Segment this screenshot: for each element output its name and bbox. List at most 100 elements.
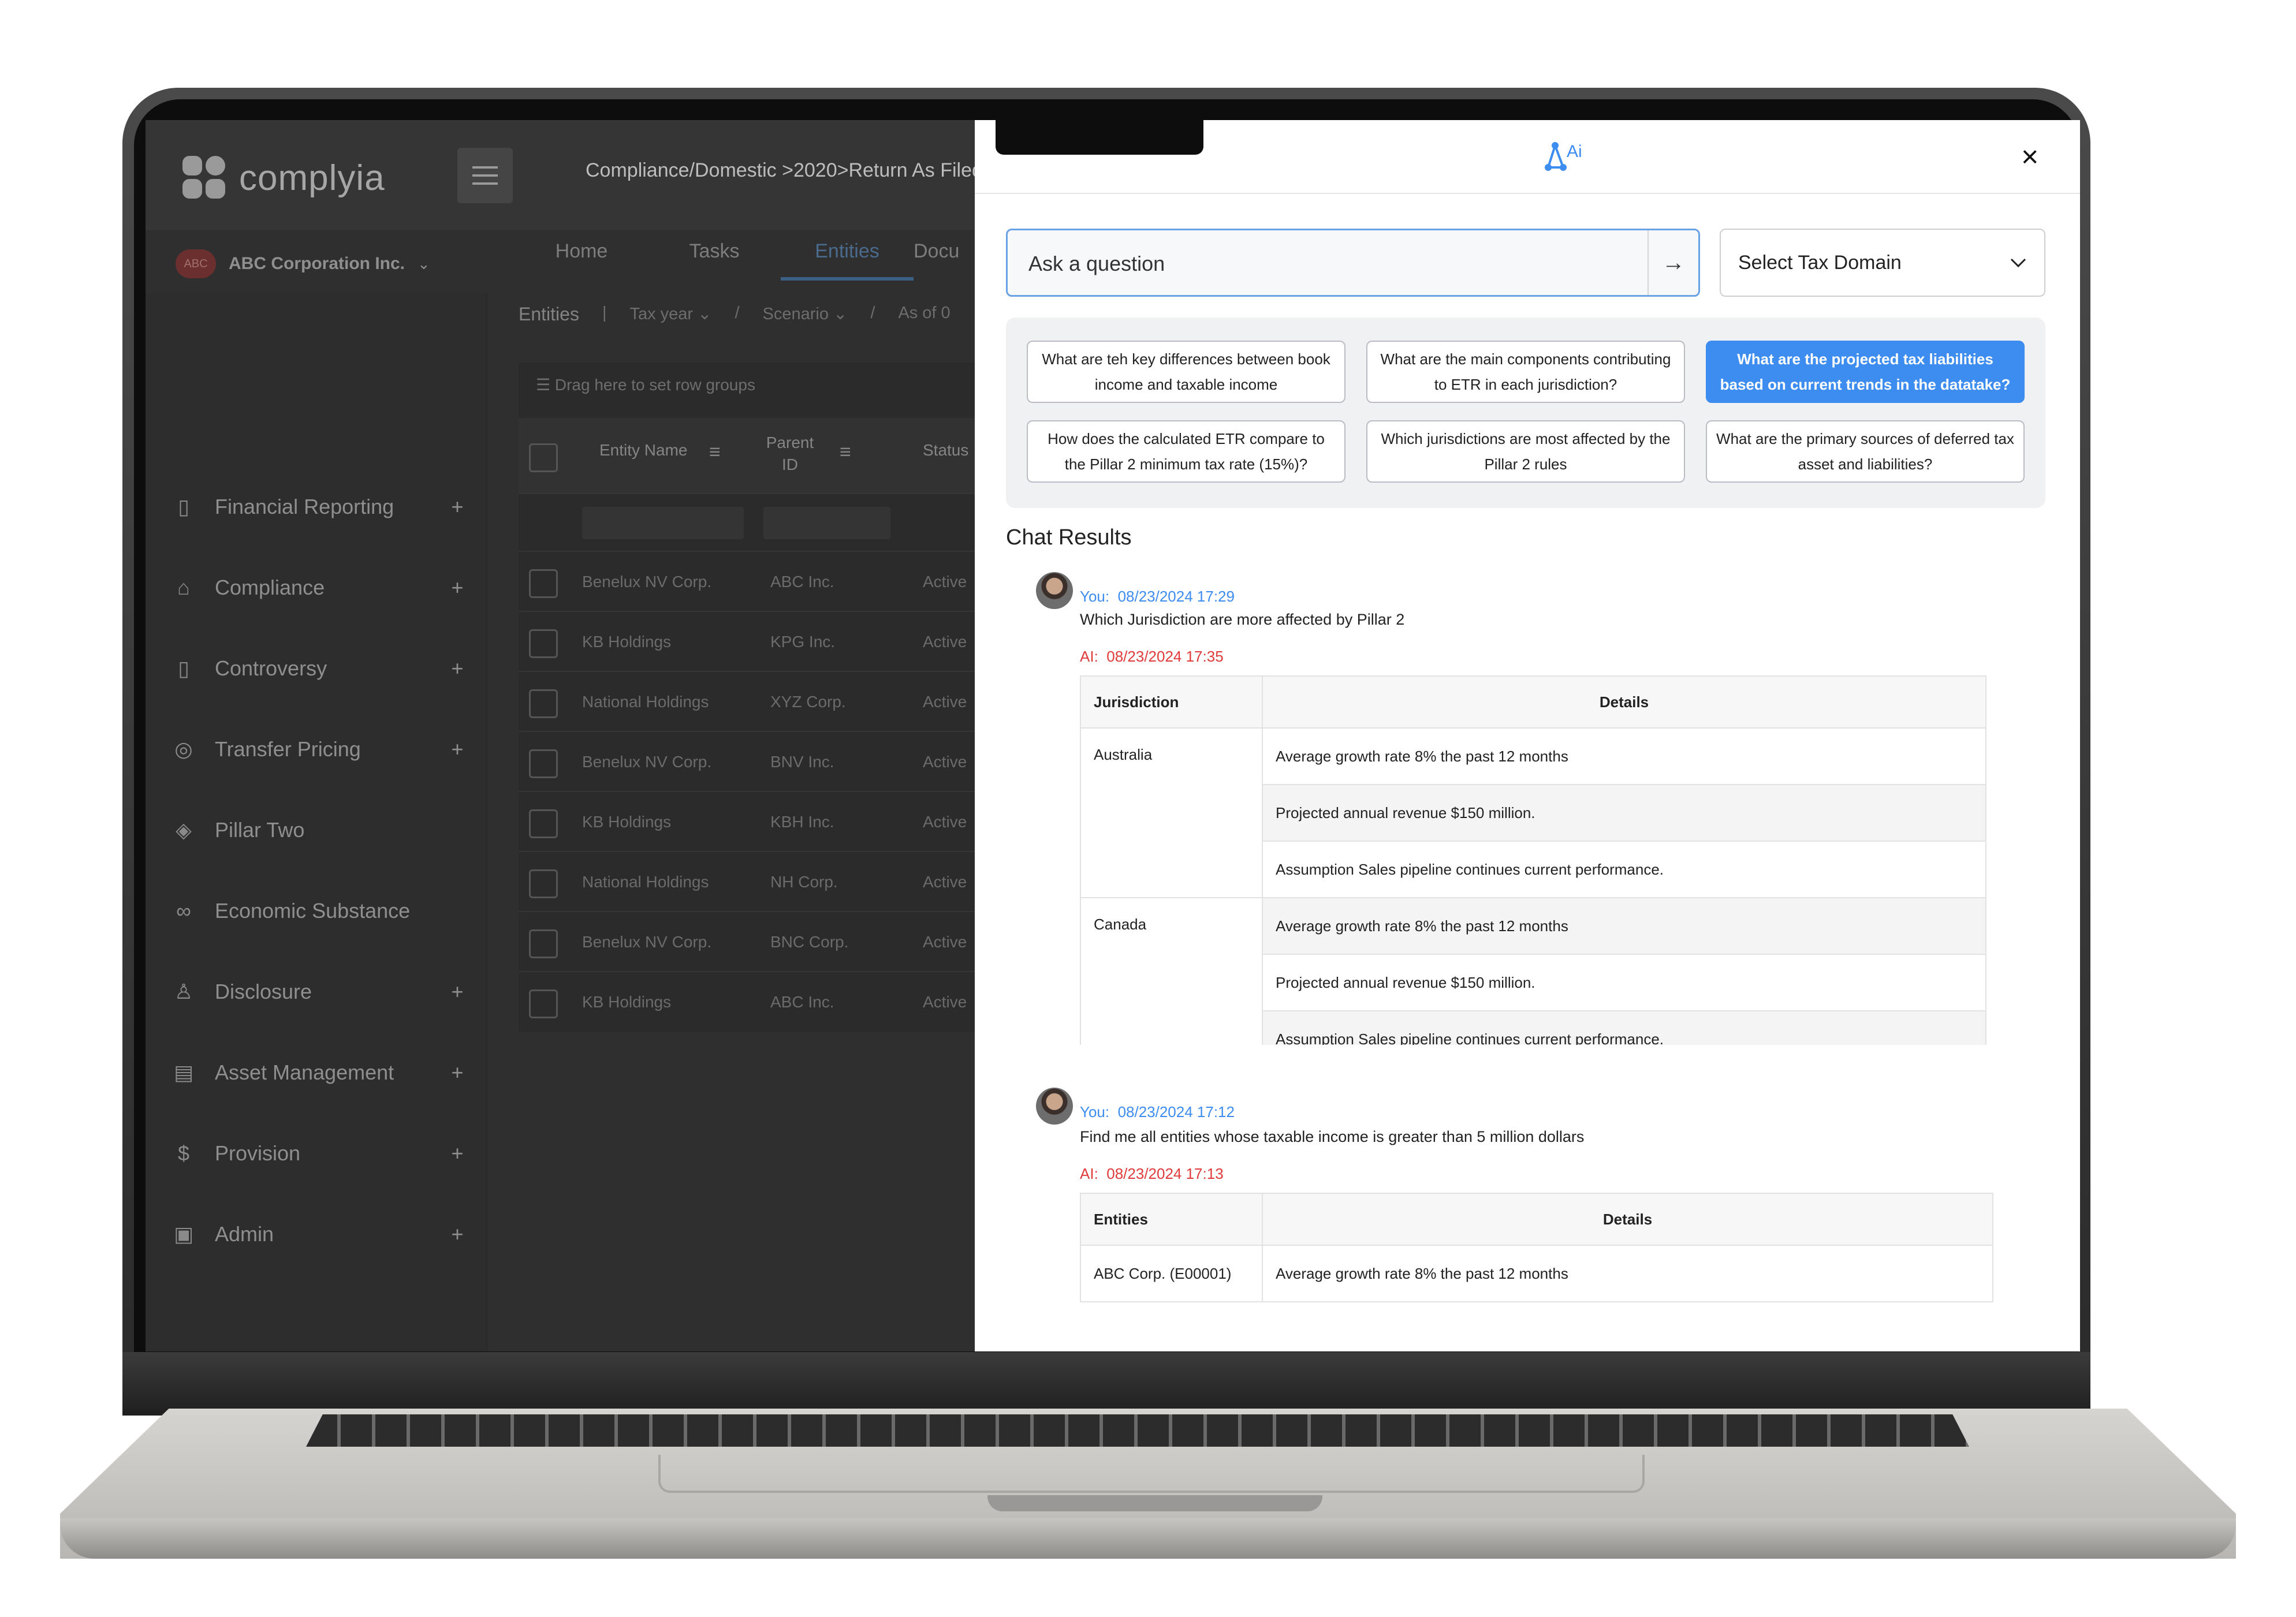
row-checkbox[interactable]: [529, 689, 558, 718]
tab-tasks[interactable]: Tasks: [648, 240, 781, 277]
filter-icon[interactable]: ≡: [709, 441, 721, 464]
expand-plus-icon[interactable]: +: [446, 1060, 469, 1085]
row-checkbox[interactable]: [529, 629, 558, 658]
expand-plus-icon[interactable]: +: [446, 495, 469, 519]
table-cell: Active: [923, 993, 967, 1011]
suggestion-chip[interactable]: How does the calculated ETR compare to t…: [1027, 420, 1345, 483]
tax-domain-select[interactable]: Select Tax Domain: [1720, 229, 2045, 297]
entity-cell: ABC Corp. (E00001): [1080, 1245, 1263, 1302]
table-header-row: Entities Details: [1080, 1193, 1993, 1246]
filter-icon[interactable]: ≡: [840, 441, 851, 464]
table-row[interactable]: KB Holdings KBH Inc. Active: [519, 791, 975, 852]
details-cell: Assumption Sales pipeline continues curr…: [1262, 841, 1986, 898]
table-row[interactable]: National Holdings XYZ Corp. Active: [519, 671, 975, 732]
row-checkbox[interactable]: [529, 869, 558, 898]
table-cell: Benelux NV Corp.: [582, 573, 712, 591]
org-avatar: ABC: [176, 249, 216, 278]
row-checkbox[interactable]: [529, 929, 558, 958]
suggestion-chip[interactable]: Which jurisdictions are most affected by…: [1366, 420, 1685, 483]
as-of-dropdown[interactable]: As of 0: [898, 304, 950, 325]
sidebar-item-transfer-pricing[interactable]: ◎ Transfer Pricing +: [169, 732, 469, 767]
sidebar-item-disclosure[interactable]: ♙ Disclosure +: [169, 974, 469, 1009]
column-header: Jurisdiction: [1080, 675, 1263, 729]
scenario-dropdown[interactable]: Scenario ⌄: [763, 304, 848, 325]
row-checkbox[interactable]: [529, 569, 558, 598]
close-icon[interactable]: ×: [2021, 140, 2038, 174]
expand-plus-icon[interactable]: +: [446, 656, 469, 681]
sidebar-item-label: Disclosure: [215, 980, 312, 1003]
column-parent-id[interactable]: Parent ID: [761, 432, 819, 476]
ask-question-input[interactable]: [1027, 248, 1642, 280]
column-entity-name[interactable]: Entity Name: [599, 441, 688, 460]
chevron-down-icon: [2010, 258, 2026, 268]
sidebar-item-pillar-two[interactable]: ◈ Pillar Two: [169, 813, 469, 847]
laptop-keyboard: [306, 1414, 1969, 1447]
sidebar-item-financial-reporting[interactable]: ▯ Financial Reporting +: [169, 490, 469, 524]
chevron-down-icon: ⌄: [418, 255, 430, 272]
expand-plus-icon[interactable]: +: [446, 737, 469, 761]
expand-plus-icon[interactable]: +: [446, 1141, 469, 1166]
org-switcher[interactable]: ABC ABC Corporation Inc. ⌄: [176, 249, 430, 278]
table-cell: Active: [923, 873, 967, 891]
sidebar-item-provision[interactable]: $ Provision +: [169, 1136, 469, 1171]
expand-plus-icon[interactable]: +: [446, 576, 469, 600]
user-question: Which Jurisdiction are more affected by …: [1080, 611, 1405, 628]
grid-filter-row: [519, 493, 975, 552]
table-row[interactable]: KB Holdings KPG Inc. Active: [519, 611, 975, 672]
layers-icon: ◈: [176, 818, 192, 842]
suggestion-chip[interactable]: What are the primary sources of deferred…: [1706, 420, 2025, 483]
column-status[interactable]: Status: [923, 441, 968, 460]
select-all-checkbox[interactable]: [529, 443, 558, 472]
sidebar-item-admin[interactable]: ▣ Admin +: [169, 1217, 469, 1252]
table-cell: BNC Corp.: [770, 933, 849, 951]
sidebar-item-controversy[interactable]: ▯ Controversy +: [169, 651, 469, 686]
laptop-trackpad: [658, 1455, 1645, 1493]
expand-plus-icon[interactable]: +: [446, 980, 469, 1004]
tab-entities[interactable]: Entities: [781, 240, 914, 281]
table-row[interactable]: Benelux NV Corp. BNV Inc. Active: [519, 731, 975, 792]
svg-text:Ai: Ai: [1567, 142, 1582, 161]
tab-documents[interactable]: Docu: [914, 240, 960, 277]
sidebar-item-label: Provision: [215, 1141, 301, 1165]
hamburger-menu-button[interactable]: [457, 148, 513, 203]
filter-input[interactable]: [763, 507, 890, 539]
table-cell: Benelux NV Corp.: [582, 933, 712, 951]
org-name: ABC Corporation Inc.: [229, 254, 405, 273]
table-cell: Active: [923, 753, 967, 771]
ai-answer-table: Jurisdiction Details Australia Average grow…: [1080, 675, 1986, 1045]
details-cell: Average growth rate 8% the past 12 month…: [1262, 727, 1986, 785]
expand-plus-icon[interactable]: +: [446, 1222, 469, 1246]
suggestion-chip-selected[interactable]: What are the projected tax liabilities b…: [1706, 341, 2025, 403]
table-row[interactable]: National Holdings NH Corp. Active: [519, 851, 975, 912]
admin-icon: ▣: [173, 1222, 193, 1246]
sidebar-item-label: Transfer Pricing: [215, 737, 361, 761]
tax-year-dropdown[interactable]: Tax year ⌄: [629, 304, 711, 325]
sidebar-item-asset-management[interactable]: ▤ Asset Management +: [169, 1055, 469, 1090]
row-checkbox[interactable]: [529, 989, 558, 1018]
tab-home[interactable]: Home: [515, 240, 648, 277]
sidebar-item-economic-substance[interactable]: ∞ Economic Substance: [169, 894, 469, 928]
table-cell: KPG Inc.: [770, 633, 836, 651]
jurisdiction-cell: Australia: [1080, 727, 1263, 898]
table-row[interactable]: Benelux NV Corp. BNC Corp. Active: [519, 911, 975, 972]
sidebar-item-compliance[interactable]: ⌂ Compliance +: [169, 570, 469, 605]
table-cell: KB Holdings: [582, 813, 672, 831]
divider: |: [602, 304, 607, 322]
row-checkbox[interactable]: [529, 749, 558, 778]
filter-input[interactable]: [582, 507, 744, 539]
suggestion-chip[interactable]: What are the main components contributin…: [1366, 341, 1685, 403]
divider: /: [735, 304, 740, 322]
row-group-drop-zone[interactable]: ☰ Drag here to set row groups: [536, 375, 755, 394]
column-header: Details: [1262, 1193, 1993, 1246]
send-arrow-icon[interactable]: →: [1648, 230, 1698, 295]
sidebar-item-label: Financial Reporting: [215, 495, 394, 518]
table-row[interactable]: Benelux NV Corp. ABC Inc. Active: [519, 551, 975, 612]
table-row[interactable]: KB Holdings ABC Inc. Active: [519, 971, 975, 1032]
suggested-questions: What are teh key differences between boo…: [1006, 318, 2045, 508]
divider: /: [870, 304, 875, 322]
ai-chat-panel: Ai × → Select Tax Domain What are teh ke…: [975, 120, 2080, 1351]
suggestion-chip[interactable]: What are teh key differences between boo…: [1027, 341, 1345, 403]
sidebar-item-label: Asset Management: [215, 1060, 394, 1084]
row-checkbox[interactable]: [529, 809, 558, 838]
table-cell: Benelux NV Corp.: [582, 753, 712, 771]
